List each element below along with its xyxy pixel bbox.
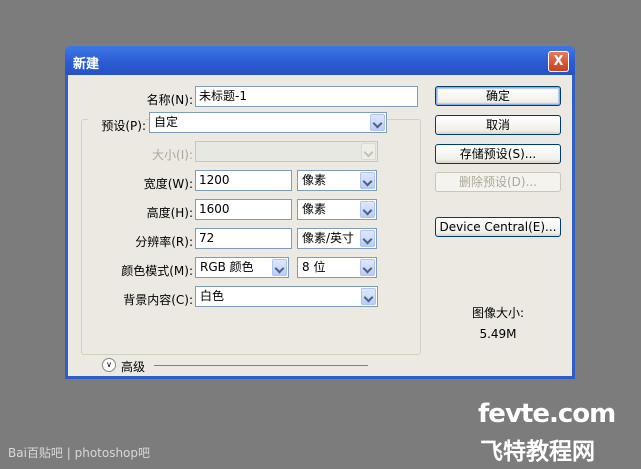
device-central-button[interactable]: Device Central(E)... [435,217,561,237]
resolution-label: 分辨率(R): [135,235,193,249]
chevron-down-icon[interactable] [360,201,375,218]
advanced-label[interactable]: 高级 [121,358,145,375]
color-mode-value: RGB 颜色 [200,260,254,274]
save-preset-button[interactable]: 存储预设(S)... [435,144,561,164]
height-unit-value: 像素 [302,202,327,216]
color-mode-label: 颜色模式(M): [121,264,193,278]
fevte-logo-cn: 飞特教程网 [480,439,595,465]
resolution-unit-value: 像素/英寸 [302,231,355,245]
chevron-down-icon[interactable] [272,259,287,276]
width-label: 宽度(W): [143,177,193,191]
ok-button[interactable]: 确定 [435,86,561,106]
height-unit-select[interactable]: 像素 [297,199,377,220]
image-size-value: 5.49M [479,327,517,341]
bit-depth-value: 8 位 [302,260,326,274]
chevron-down-icon[interactable] [361,288,376,305]
width-unit-value: 像素 [302,173,327,187]
expand-advanced-icon[interactable]: ∨ [102,358,116,372]
delete-preset-button: 删除预设(D)... [435,172,561,192]
close-button[interactable]: X [548,51,569,72]
background-label: 背景内容(C): [123,293,193,307]
resolution-input[interactable]: 72 [195,228,292,249]
chevron-down-icon[interactable] [360,172,375,189]
size-label: 大小(I): [152,148,193,162]
width-unit-select[interactable]: 像素 [297,170,377,191]
cancel-button[interactable]: 取消 [435,115,561,135]
title-bar[interactable]: 新建 X [65,46,575,75]
name-label: 名称(N): [146,93,193,107]
baidu-watermark: Bai百贴吧 | photoshop吧 [8,446,151,460]
bit-depth-select[interactable]: 8 位 [297,257,377,278]
preset-label: 预设(P): [88,117,146,134]
width-input[interactable]: 1200 [195,170,292,191]
image-size-label: 图像大小: [471,306,525,320]
resolution-unit-select[interactable]: 像素/英寸 [297,228,377,249]
chevron-down-icon[interactable] [360,230,375,247]
dialog-title: 新建 [73,57,100,72]
height-label: 高度(H): [146,206,193,220]
advanced-divider [154,365,368,366]
background-value: 白色 [200,289,225,303]
preset-select[interactable]: 自定 [149,112,387,133]
new-document-dialog: 新建 X 名称(N): 未标题-1 预设(P): 自定 大小(I): 宽度(W)… [65,46,575,379]
name-input[interactable]: 未标题-1 [195,86,418,107]
size-select [195,141,378,162]
dialog-body: 名称(N): 未标题-1 预设(P): 自定 大小(I): 宽度(W): 120… [68,75,572,376]
height-input[interactable]: 1600 [195,199,292,220]
chevron-down-icon[interactable] [360,259,375,276]
chevron-down-icon[interactable] [370,114,385,131]
preset-value: 自定 [154,115,179,129]
fevte-logo-text: fevte.com [478,399,616,429]
color-mode-select[interactable]: RGB 颜色 [195,257,289,278]
background-select[interactable]: 白色 [195,286,378,307]
chevron-down-icon [361,143,376,160]
